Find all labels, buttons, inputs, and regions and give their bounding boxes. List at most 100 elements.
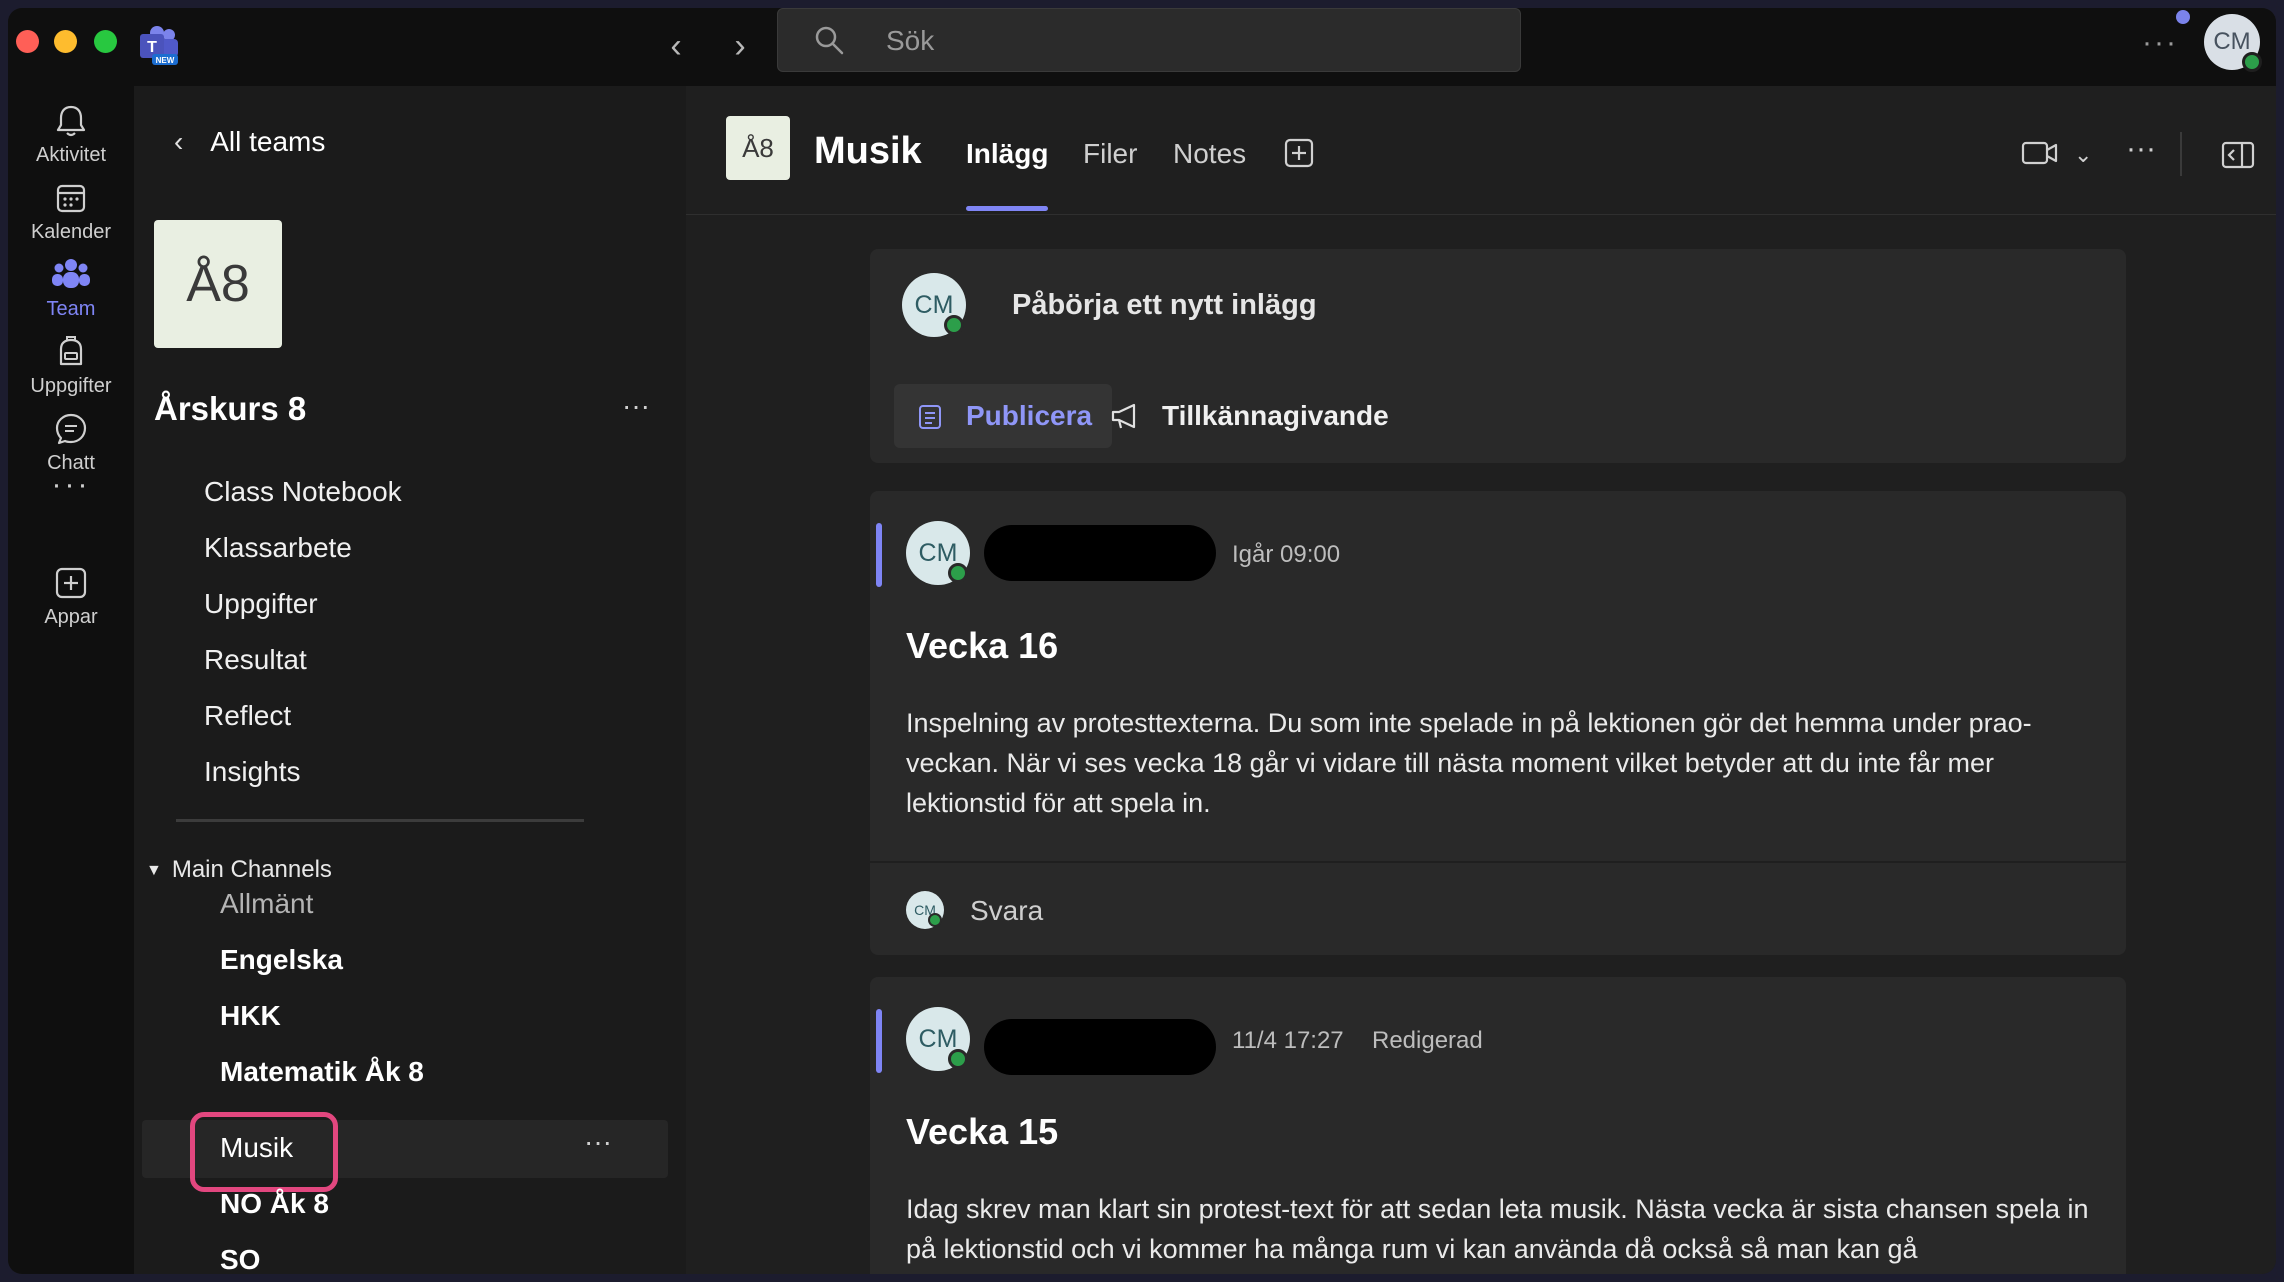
- publish-button[interactable]: Publicera: [894, 384, 1112, 448]
- presence-available-icon: [948, 1049, 968, 1069]
- active-tab-indicator: [966, 206, 1048, 211]
- all-teams-label: All teams: [210, 126, 326, 157]
- channel-title: Musik: [814, 130, 922, 172]
- post-author-avatar: CM: [906, 1007, 970, 1071]
- post-title: Vecka 16: [906, 625, 1059, 666]
- back-arrow-icon[interactable]: ‹: [658, 28, 694, 64]
- highlight-annotation: [190, 1112, 338, 1192]
- minimize-window-button[interactable]: [54, 30, 77, 53]
- team-avatar: Å8: [154, 220, 282, 348]
- teams-window: T NEW ‹ › Sök ··· CM Aktivitet Kalender …: [8, 8, 2276, 1274]
- post-avatar-initials: CM: [918, 539, 958, 567]
- redacted-author-name: [984, 1019, 1216, 1075]
- rail-item-chat[interactable]: Chatt: [8, 412, 134, 475]
- reply-divider: [870, 861, 2126, 863]
- rail-item-assignments[interactable]: Uppgifter: [8, 335, 134, 398]
- rail-item-calendar[interactable]: Kalender: [8, 181, 134, 244]
- channel-main: Å8 Musik Inlägg Filer Notes ⌄ ··· CM Påb…: [686, 86, 2276, 1274]
- more-apps-icon[interactable]: ···: [8, 468, 134, 502]
- reply-button[interactable]: Svara: [970, 895, 1043, 927]
- edited-label: Redigerad: [1372, 1027, 1483, 1054]
- open-side-panel-icon[interactable]: [2221, 141, 2255, 173]
- post-author-avatar: CM: [906, 521, 970, 585]
- add-tab-icon[interactable]: [1284, 138, 1314, 168]
- user-avatar[interactable]: CM: [2204, 14, 2262, 72]
- more-options-icon[interactable]: ···: [2142, 26, 2178, 60]
- compose-avatar-initials: CM: [914, 291, 954, 319]
- channel-engelska[interactable]: Engelska: [220, 944, 343, 976]
- post-timestamp: 11/4 17:27: [1232, 1027, 1344, 1054]
- meet-video-icon[interactable]: [2021, 140, 2058, 171]
- rail-label: Appar: [44, 606, 98, 628]
- search-placeholder: Sök: [886, 25, 935, 56]
- tab-notes[interactable]: Notes: [1173, 138, 1246, 170]
- team-pane: ‹ All teams Å8 Årskurs 8 ··· Class Noteb…: [134, 86, 687, 1274]
- caret-down-icon: ▼: [146, 861, 162, 879]
- teams-icon: [52, 259, 90, 288]
- post-body: Inspelning av protesttexterna. Du som in…: [906, 708, 2032, 818]
- team-tab-insights[interactable]: Insights: [204, 756, 301, 788]
- post-avatar-initials: CM: [918, 1025, 958, 1053]
- team-tab-uppgifter[interactable]: Uppgifter: [204, 588, 318, 620]
- tab-files[interactable]: Filer: [1083, 138, 1137, 170]
- team-tab-resultat[interactable]: Resultat: [204, 644, 307, 676]
- pane-divider: [176, 819, 584, 822]
- channel-so[interactable]: SO: [220, 1244, 260, 1274]
- rail-item-teams[interactable]: Team: [8, 258, 134, 321]
- new-post-prompt[interactable]: Påbörja ett nytt inlägg: [1012, 289, 1317, 322]
- presence-available-icon: [944, 315, 964, 335]
- close-window-button[interactable]: [16, 30, 39, 53]
- forward-arrow-icon[interactable]: ›: [722, 28, 758, 64]
- title-bar: T NEW ‹ › Sök ··· CM: [8, 8, 2276, 86]
- post-card: CM Igår 09:00 Vecka 16 Inspelning av pro…: [870, 491, 2126, 955]
- backpack-icon: [59, 336, 83, 366]
- channel-matematik[interactable]: Matematik Åk 8: [220, 1056, 424, 1088]
- notification-dot: [2176, 10, 2190, 24]
- redacted-author-name: [984, 525, 1216, 581]
- search-input[interactable]: Sök: [777, 8, 1521, 72]
- posts-feed: CM Påbörja ett nytt inlägg Publicera Til…: [686, 215, 2276, 1274]
- chevron-down-icon[interactable]: ⌄: [2074, 142, 2092, 168]
- rail-item-activity[interactable]: Aktivitet: [8, 104, 134, 167]
- presence-available-icon: [928, 913, 942, 927]
- post-card: CM 11/4 17:27 Redigerad Vecka 15 Idag sk…: [870, 977, 2126, 1274]
- team-tab-reflect[interactable]: Reflect: [204, 700, 291, 732]
- tab-posts[interactable]: Inlägg: [966, 138, 1048, 170]
- rail-label: Aktivitet: [35, 144, 107, 166]
- publish-label: Publicera: [966, 400, 1093, 431]
- presence-available-icon: [2242, 52, 2262, 72]
- reply-avatar: CM: [906, 891, 944, 929]
- channel-hkk[interactable]: HKK: [220, 1000, 281, 1032]
- channel-more-options-icon[interactable]: ···: [584, 1126, 612, 1158]
- header-more-options-icon[interactable]: ···: [2126, 132, 2156, 166]
- channel-allmant[interactable]: Allmänt: [220, 888, 313, 920]
- megaphone-icon: [1111, 403, 1136, 429]
- team-tab-klassarbete[interactable]: Klassarbete: [204, 532, 352, 564]
- post-document-icon: [919, 405, 941, 429]
- teams-logo-icon: T NEW: [140, 26, 180, 66]
- add-apps-icon: [55, 567, 87, 599]
- post-body: Idag skrev man klart sin protest-text fö…: [906, 1194, 2089, 1264]
- channel-no[interactable]: NO Åk 8: [220, 1188, 329, 1220]
- main-channels-section[interactable]: ▼ Main Channels: [146, 856, 332, 884]
- header-separator: [2180, 132, 2182, 176]
- post-accent-bar: [876, 523, 882, 587]
- all-teams-back-button[interactable]: ‹ All teams: [174, 126, 325, 158]
- maximize-window-button[interactable]: [94, 30, 117, 53]
- app-rail: Aktivitet Kalender Team Uppgifter Chatt …: [8, 86, 134, 1274]
- svg-text:T: T: [147, 39, 157, 56]
- calendar-icon: [56, 184, 86, 213]
- search-icon: [814, 25, 844, 55]
- rail-item-apps[interactable]: Appar: [8, 566, 134, 629]
- user-avatar-initials: CM: [2213, 28, 2251, 55]
- announcement-button[interactable]: Tillkännagivande: [1111, 400, 1389, 432]
- compose-card: CM Påbörja ett nytt inlägg Publicera Til…: [870, 249, 2126, 463]
- rail-label: Kalender: [30, 221, 112, 243]
- chevron-left-icon: ‹: [174, 126, 184, 157]
- section-label: Main Channels: [171, 856, 332, 883]
- team-more-options-icon[interactable]: ···: [622, 390, 650, 422]
- team-tab-class-notebook[interactable]: Class Notebook: [204, 476, 402, 508]
- presence-available-icon: [948, 563, 968, 583]
- post-accent-bar: [876, 1009, 882, 1073]
- compose-avatar: CM: [902, 273, 966, 337]
